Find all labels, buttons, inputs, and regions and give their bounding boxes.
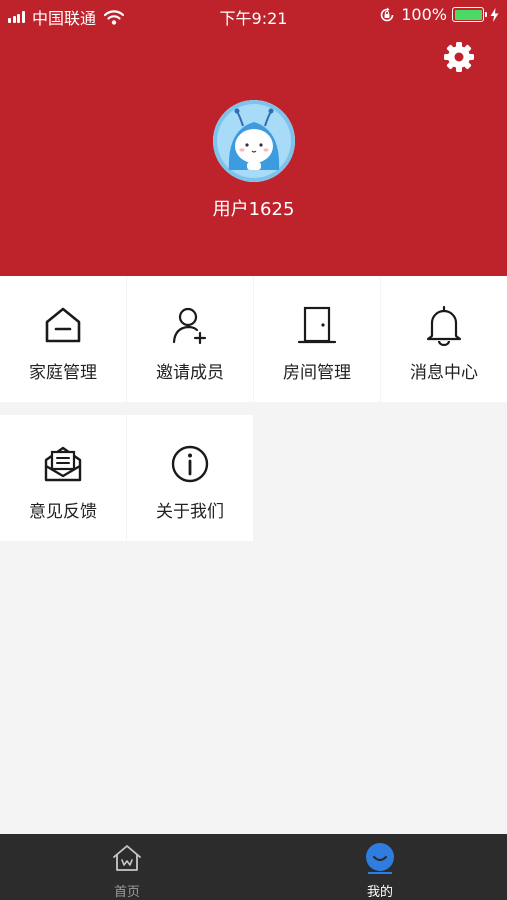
home-icon	[45, 307, 81, 343]
info-icon	[171, 445, 209, 483]
battery-fill	[454, 9, 482, 20]
menu-item-label: 消息中心	[410, 363, 478, 383]
avatar[interactable]	[213, 100, 295, 182]
battery-icon	[452, 7, 487, 22]
profile-tab-icon	[366, 843, 394, 874]
username: 用户1625	[212, 199, 295, 220]
tab-profile-label: 我的	[366, 885, 393, 900]
battery-percent: 100%	[401, 5, 447, 24]
bell-icon	[426, 305, 462, 346]
tab-home-label: 首页	[113, 885, 140, 900]
status-bar: 中国联通 下午9:21 100%	[0, 0, 507, 30]
cartoon-avatar-image	[213, 100, 295, 182]
door-icon	[297, 306, 337, 344]
bottom-tab-bar: 首页 我的	[0, 834, 507, 900]
menu-item-label: 邀请成员	[156, 363, 224, 383]
charging-icon	[490, 7, 499, 22]
rotation-lock-icon	[380, 7, 394, 21]
menu-item-feedback[interactable]: 意见反馈	[0, 415, 126, 541]
menu-item-room-management[interactable]: 房间管理	[254, 276, 380, 402]
menu-item-home-management[interactable]: 家庭管理	[0, 276, 126, 402]
tab-home[interactable]: 首页	[77, 834, 177, 900]
menu-item-label: 关于我们	[156, 502, 224, 522]
profile-header: 中国联通 下午9:21 100% 用户1625	[0, 0, 507, 276]
tab-profile[interactable]: 我的	[330, 834, 430, 900]
mail-icon	[44, 446, 82, 482]
add-user-icon	[172, 307, 207, 345]
menu-item-message-center[interactable]: 消息中心	[381, 276, 507, 402]
menu-item-label: 意见反馈	[29, 502, 97, 522]
menu-item-invite-members[interactable]: 邀请成员	[127, 276, 253, 402]
profile-screen: 中国联通 下午9:21 100% 用户1625 家庭管理 邀请成员 房间管理 消…	[0, 0, 507, 900]
status-right: 100%	[379, 5, 499, 24]
home-tab-icon	[113, 845, 141, 871]
menu-item-label: 房间管理	[283, 363, 351, 383]
gear-icon[interactable]	[442, 40, 476, 74]
menu-item-about-us[interactable]: 关于我们	[127, 415, 253, 541]
menu-item-label: 家庭管理	[29, 363, 97, 383]
